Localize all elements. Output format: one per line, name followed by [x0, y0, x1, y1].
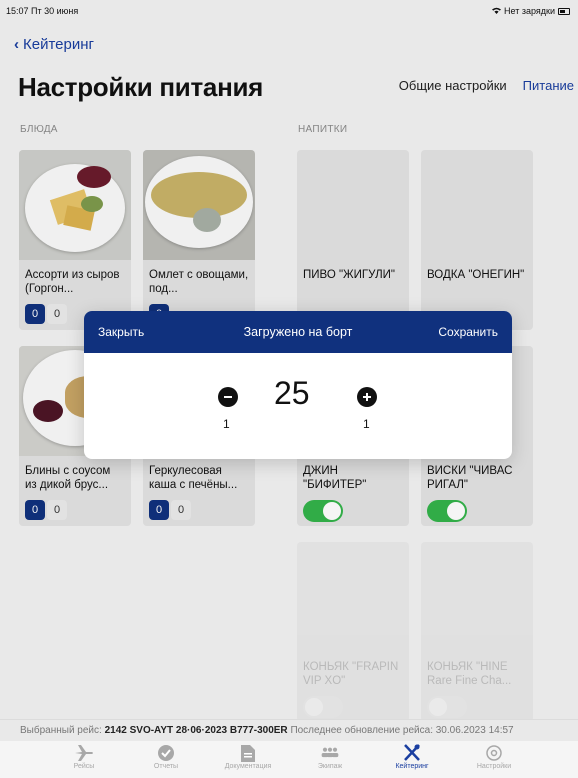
- screen: 15:07 Пт 30 июня Нет зарядки ‹ Кейтеринг…: [0, 0, 578, 778]
- tab-bar: Рейсы Отчеты Документация Экипаж Кейтери…: [0, 741, 578, 778]
- minus-circle-icon[interactable]: [218, 387, 238, 407]
- tab-catering[interactable]: Кейтеринг: [371, 741, 453, 778]
- modal-header: Закрыть Загружено на борт Сохранить: [84, 311, 512, 353]
- flight-info-bar: Выбранный рейс: 2142 SVO-AYT 28·06·2023 …: [0, 719, 578, 741]
- tab-flights[interactable]: Рейсы: [43, 741, 125, 778]
- last-update: Последнее обновление рейса: 30.06.2023 1…: [290, 725, 514, 736]
- plus-circle-icon[interactable]: [357, 387, 377, 407]
- tab-reports[interactable]: Отчеты: [125, 741, 207, 778]
- plus-step-label: 1: [363, 417, 370, 431]
- tab-label: Отчеты: [153, 763, 179, 770]
- settings-icon: [484, 743, 504, 763]
- tab-label: Кейтеринг: [395, 763, 429, 770]
- flight-prefix: Выбранный рейс:: [20, 725, 102, 736]
- modal-body: 1 25 1: [84, 353, 512, 459]
- catering-icon: [402, 743, 422, 763]
- tab-label: Экипаж: [317, 763, 343, 770]
- tab-documentation[interactable]: Документация: [207, 741, 289, 778]
- tab-crew[interactable]: Экипаж: [289, 741, 371, 778]
- flight-number: 2142 SVO-AYT 28·06·2023 B777-300ER: [104, 725, 288, 736]
- crew-icon: [320, 743, 340, 763]
- document-icon: [238, 743, 258, 763]
- check-circle-icon: [156, 743, 176, 763]
- minus-step-label: 1: [223, 417, 230, 431]
- tab-label: Рейсы: [73, 763, 95, 770]
- save-button[interactable]: Сохранить: [438, 325, 498, 339]
- plane-icon: [74, 743, 94, 763]
- tab-settings[interactable]: Настройки: [453, 741, 535, 778]
- tab-label: Настройки: [476, 763, 512, 770]
- tab-label: Документация: [224, 763, 272, 770]
- loaded-on-board-modal: Закрыть Загружено на борт Сохранить 1 25…: [84, 311, 512, 459]
- quantity-value: 25: [274, 375, 310, 411]
